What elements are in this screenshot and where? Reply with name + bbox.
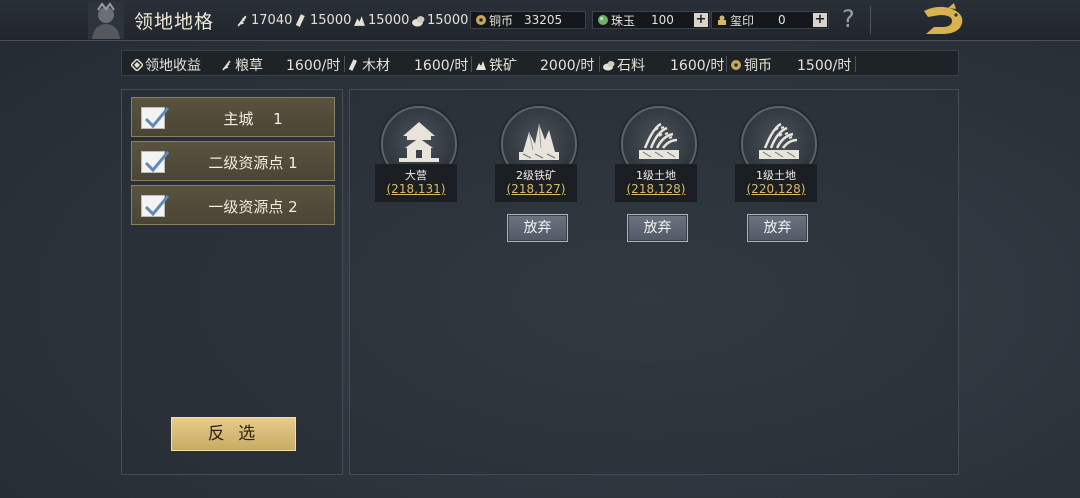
- filter-label: 一级资源点 2: [208, 198, 298, 216]
- filter-panel: 主城 1 二级资源点 1 一级资源点 2 反 选: [121, 89, 343, 475]
- divider: [870, 6, 871, 34]
- checkbox[interactable]: [141, 151, 169, 173]
- jade-value: 100: [651, 13, 674, 27]
- seal-icon: [718, 15, 726, 25]
- filter-label: 主城 1: [223, 110, 283, 128]
- seal-value: 0: [778, 13, 786, 27]
- tile-coordinate-link[interactable]: (218,127): [495, 182, 577, 196]
- check-icon: [144, 151, 169, 173]
- copper-label: 铜币: [489, 13, 514, 28]
- farmland-icon: [639, 122, 679, 159]
- iron-value: 15000: [368, 13, 410, 28]
- income-wood-value: 1600/时: [414, 58, 469, 74]
- income-copper-value: 1500/时: [797, 58, 852, 74]
- avatar[interactable]: [88, 2, 124, 39]
- copper-currency: 铜币 33205: [470, 11, 586, 29]
- filter-main-city[interactable]: 主城 1: [131, 97, 335, 137]
- iron-mine-icon: [519, 123, 559, 160]
- grain-resource: 17040: [236, 13, 292, 28]
- wood-resource: 15000: [295, 13, 351, 28]
- income-wood: 木材: [348, 55, 390, 75]
- filter-level2-resource[interactable]: 二级资源点 1: [131, 141, 335, 181]
- grain-icon: [222, 60, 231, 71]
- jade-currency: 珠玉 100 +: [592, 11, 710, 29]
- tile-list-panel: 大营 (218,131) 2级铁矿 (218,127) 放弃 1级土地 (218…: [349, 89, 959, 475]
- income-iron: 铁矿: [475, 55, 517, 75]
- stone-icon: [412, 16, 425, 27]
- add-seal-button[interactable]: +: [813, 13, 827, 27]
- jade-icon: [598, 15, 608, 25]
- wood-icon: [348, 59, 358, 71]
- stone-icon: [603, 61, 615, 71]
- income-grain: 粮草: [221, 55, 263, 75]
- tile-name: 大营: [405, 169, 427, 182]
- checkbox[interactable]: [141, 195, 169, 217]
- income-iron-value: 2000/时: [540, 58, 595, 74]
- seal-label: 玺印: [730, 13, 755, 28]
- iron-icon: [354, 16, 365, 26]
- tile-card-farmland[interactable]: 1级土地 (220,128) 放弃: [735, 106, 825, 246]
- tile-coordinate-link[interactable]: (218,131): [375, 182, 457, 196]
- stone-resource: 15000: [412, 13, 468, 28]
- tile-name: 2级铁矿: [516, 169, 556, 182]
- tile-card-iron-mine[interactable]: 2级铁矿 (218,127) 放弃: [495, 106, 585, 246]
- filter-level1-resource[interactable]: 一级资源点 2: [131, 185, 335, 225]
- invert-selection-button[interactable]: 反 选: [171, 417, 296, 451]
- seal-currency: 玺印 0 +: [711, 11, 829, 29]
- income-stone: 石料: [603, 55, 645, 75]
- copper-coin-icon: [476, 15, 486, 25]
- camp-icon: [399, 122, 439, 162]
- tile-card-farmland[interactable]: 1级土地 (218,128) 放弃: [615, 106, 705, 246]
- income-stone-value: 1600/时: [670, 58, 725, 74]
- income-title: 领地收益: [131, 55, 201, 75]
- grain-value: 17040: [251, 13, 293, 28]
- copper-value: 33205: [524, 13, 563, 27]
- check-icon: [144, 107, 169, 129]
- abandon-button[interactable]: 放弃: [747, 214, 808, 242]
- tile-name: 1级土地: [636, 169, 676, 182]
- diamond-icon: [131, 59, 143, 71]
- copper-coin-icon: [731, 60, 741, 70]
- check-icon: [144, 195, 169, 217]
- page-title: 领地地格: [134, 11, 215, 33]
- iron-icon: [476, 61, 486, 70]
- back-button[interactable]: [918, 3, 970, 37]
- top-bar: 领地地格 17040 15000 15000 15000 铜币 33205 珠玉…: [0, 0, 1080, 41]
- help-icon[interactable]: ?: [842, 5, 855, 33]
- tile-card-camp[interactable]: 大营 (218,131): [375, 106, 465, 246]
- abandon-button[interactable]: 放弃: [627, 214, 688, 242]
- income-copper: 铜币: [730, 55, 772, 75]
- tile-coordinate-link[interactable]: (220,128): [735, 182, 817, 196]
- tile-coordinate-link[interactable]: (218,128): [615, 182, 697, 196]
- checkbox[interactable]: [141, 107, 169, 129]
- tile-name: 1级土地: [756, 169, 796, 182]
- farmland-icon: [759, 122, 799, 159]
- iron-resource: 15000: [353, 13, 409, 28]
- income-grain-value: 1600/时: [286, 58, 341, 74]
- abandon-button[interactable]: 放弃: [507, 214, 568, 242]
- dragon-back-icon: [924, 3, 963, 34]
- add-jade-button[interactable]: +: [694, 13, 708, 27]
- territory-income-bar: 领地收益 粮草 1600/时 木材 1600/时 铁矿 2000/时 石料 16…: [121, 50, 959, 76]
- jade-label: 珠玉: [611, 13, 636, 28]
- filter-label: 二级资源点 1: [208, 154, 298, 172]
- stone-value: 15000: [427, 13, 469, 28]
- grain-icon: [237, 15, 247, 27]
- wood-value: 15000: [310, 13, 352, 28]
- wood-icon: [295, 14, 305, 27]
